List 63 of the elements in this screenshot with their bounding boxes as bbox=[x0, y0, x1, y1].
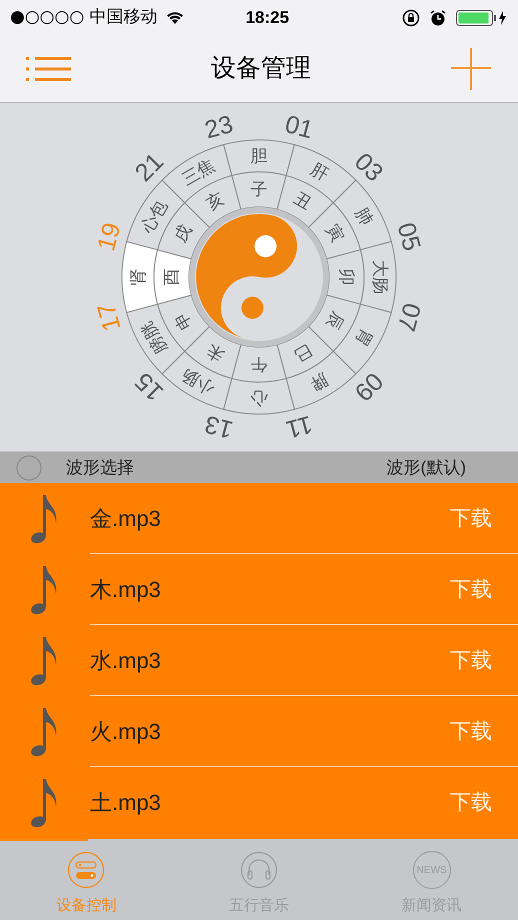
branch-sector[interactable] bbox=[231, 344, 287, 382]
hour-label: 07 bbox=[392, 300, 426, 334]
download-button[interactable]: 下载 bbox=[450, 786, 492, 818]
organ-label: 胆 bbox=[250, 146, 268, 166]
meridian-wheel[interactable]: 胆 子 肝 丑 肺 寅 大肠 卯 胃 辰 脾 巳 心 午 小肠 未 膀胱 申 肾 酉 心包 戌 三焦 亥 01 03 05 07 09 11 13 15 17 19 21 23 bbox=[0, 103, 518, 451]
branch-label: 子 bbox=[250, 180, 268, 199]
song-name[interactable]: 火.mp3 bbox=[90, 715, 161, 748]
branch-label: 巳 bbox=[290, 340, 315, 366]
organ-label: 心 bbox=[250, 388, 268, 408]
hour-label: 03 bbox=[348, 148, 388, 188]
branch-label: 未 bbox=[203, 340, 228, 366]
battery-icon bbox=[456, 10, 508, 26]
toggle-icon bbox=[67, 851, 106, 889]
hour-label: 11 bbox=[282, 410, 316, 444]
branch-label: 午 bbox=[250, 355, 268, 374]
page-title: 设备管理 bbox=[211, 53, 311, 84]
hour-label: 13 bbox=[202, 410, 236, 444]
organ-sector[interactable] bbox=[122, 241, 158, 313]
song-name[interactable]: 金.mp3 bbox=[90, 502, 161, 535]
organ-label: 大肠 bbox=[370, 260, 390, 294]
organ-label: 肺 bbox=[351, 204, 376, 229]
organ-label: 肾 bbox=[128, 268, 148, 286]
hour-label: 09 bbox=[348, 366, 388, 406]
download-button[interactable]: 下载 bbox=[450, 502, 492, 534]
wave-value: 波形(默认) bbox=[386, 458, 466, 478]
headphones-icon bbox=[240, 851, 278, 889]
song-name[interactable]: 木.mp3 bbox=[90, 573, 161, 606]
hour-label: 15 bbox=[130, 366, 170, 406]
wave-label: 波形选择 bbox=[66, 458, 134, 478]
download-button[interactable]: 下载 bbox=[450, 716, 492, 748]
song-name[interactable]: 土.mp3 bbox=[90, 786, 161, 819]
organ-label: 心包 bbox=[137, 197, 171, 236]
song-name[interactable]: 水.mp3 bbox=[90, 644, 161, 677]
tab-item[interactable]: 设备控制 bbox=[0, 839, 173, 920]
download-button[interactable]: 下载 bbox=[450, 644, 492, 676]
branch-label: 戌 bbox=[170, 221, 196, 246]
hour-label: 17 bbox=[92, 300, 126, 334]
hour-label: 19 bbox=[92, 220, 126, 254]
branch-label: 丑 bbox=[290, 188, 315, 214]
branch-label: 卯 bbox=[337, 268, 356, 286]
download-button[interactable]: 下载 bbox=[450, 574, 492, 606]
branch-label: 酉 bbox=[162, 268, 181, 286]
wifi-icon bbox=[166, 11, 184, 25]
clock-time: 18:25 bbox=[246, 7, 290, 30]
branch-label: 亥 bbox=[203, 188, 228, 214]
carrier-label: ●○○○○ 中国移动 bbox=[10, 6, 158, 30]
organ-label: 膀胱 bbox=[137, 318, 171, 357]
hour-label: 01 bbox=[282, 110, 316, 144]
hour-label: 23 bbox=[202, 110, 236, 144]
organ-label: 脾 bbox=[307, 369, 332, 394]
alarm-icon bbox=[430, 10, 446, 26]
organ-label: 三焦 bbox=[179, 155, 218, 189]
branch-label: 申 bbox=[170, 308, 196, 333]
organ-label: 肝 bbox=[307, 160, 332, 185]
branch-label: 寅 bbox=[322, 221, 348, 246]
organ-label: 小肠 bbox=[179, 365, 218, 399]
hour-label: 05 bbox=[392, 220, 426, 254]
branch-label: 辰 bbox=[322, 308, 348, 333]
rotation-lock-icon bbox=[402, 9, 420, 27]
organ-label: 胃 bbox=[351, 325, 376, 350]
wave-icon bbox=[16, 454, 42, 480]
hour-label: 21 bbox=[130, 148, 170, 188]
branch-sector[interactable] bbox=[326, 249, 364, 305]
